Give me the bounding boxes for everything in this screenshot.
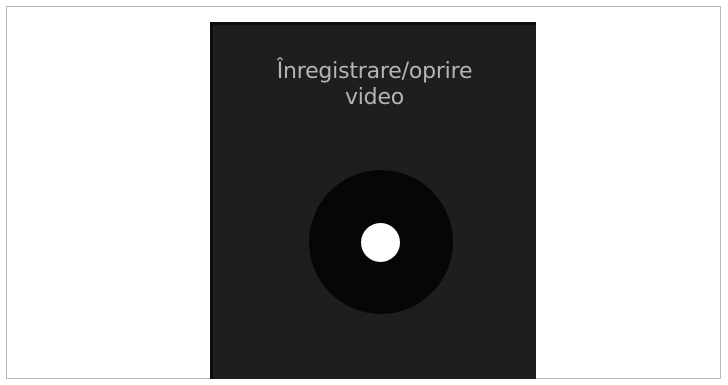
record-toggle-button[interactable] (309, 170, 453, 314)
record-dot-icon (361, 223, 400, 262)
screen-title: Înregistrare/oprire video (276, 59, 473, 110)
watch-screen: Înregistrare/oprire video (210, 22, 536, 379)
